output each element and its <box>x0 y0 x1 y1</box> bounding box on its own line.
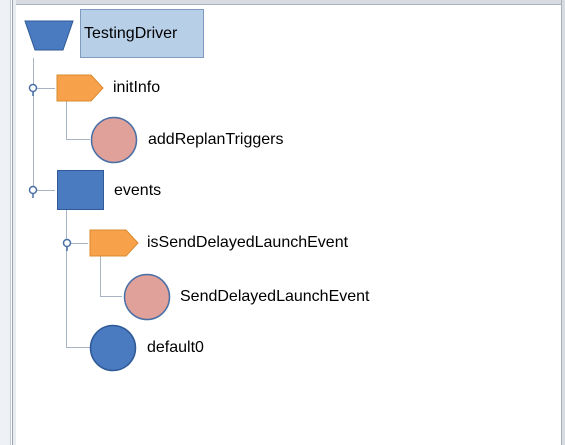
tree-line <box>66 139 90 140</box>
square-icon <box>57 170 104 210</box>
tree-line <box>33 58 34 190</box>
circle-icon <box>123 273 171 321</box>
expand-toggle-icon[interactable] <box>62 238 74 251</box>
circle-icon <box>90 116 138 164</box>
behavior-tree: TestingDriver initInfo addReplanTriggers <box>0 0 565 445</box>
tag-icon <box>89 229 139 257</box>
tree-node-root-label[interactable]: TestingDriver <box>80 9 204 58</box>
tag-icon <box>56 74 104 102</box>
tree-line <box>66 209 67 348</box>
trapezoid-icon <box>24 20 74 51</box>
tree-node-is-send-delayed-launch-event-label[interactable]: isSendDelayedLaunchEvent <box>147 233 348 253</box>
circle-icon <box>89 324 137 372</box>
tree-node-init-info-label[interactable]: initInfo <box>113 78 160 98</box>
tree-node-events-label[interactable]: events <box>114 181 161 201</box>
tree-panel: TestingDriver initInfo addReplanTriggers <box>0 0 565 445</box>
tree-node-send-delayed-launch-event-label[interactable]: SendDelayedLaunchEvent <box>180 287 369 307</box>
expand-toggle-icon[interactable] <box>28 185 40 198</box>
tree-line <box>66 100 67 140</box>
tree-line <box>66 347 90 348</box>
tree-line <box>100 255 101 297</box>
tree-node-add-replan-triggers-label[interactable]: addReplanTriggers <box>148 130 283 150</box>
tree-node-default0-label[interactable]: default0 <box>147 338 204 358</box>
tree-line <box>100 296 122 297</box>
expand-toggle-icon[interactable] <box>28 83 40 96</box>
